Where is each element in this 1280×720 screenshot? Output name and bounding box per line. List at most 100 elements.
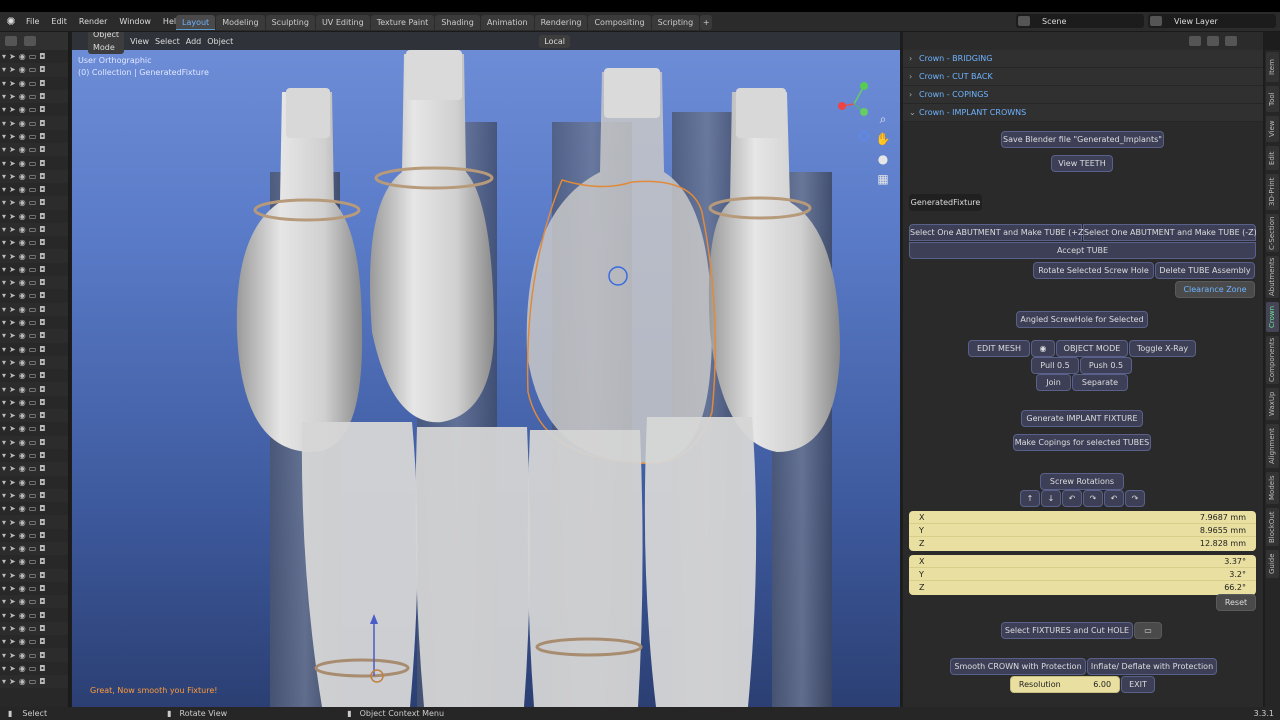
arrow-icon[interactable]: ➤ [9, 90, 16, 103]
tab-texture-paint[interactable]: Texture Paint [370, 15, 435, 30]
eye-icon[interactable]: ◉ [19, 50, 26, 63]
camera-icon[interactable]: ◘ [39, 50, 45, 63]
outliner-row[interactable]: ▾ ➤ ◉ ▭ ◘ [0, 476, 68, 489]
arrow-icon[interactable]: ➤ [9, 250, 16, 263]
camera-icon[interactable]: ◘ [39, 409, 45, 422]
outliner-row[interactable]: ▾ ➤ ◉ ▭ ◘ [0, 529, 68, 542]
rotate-right-icon[interactable]: ↷ [1083, 490, 1103, 507]
monitor-icon[interactable]: ▭ [29, 649, 37, 662]
arrow-icon[interactable]: ➤ [9, 476, 16, 489]
monitor-icon[interactable]: ▭ [29, 117, 37, 130]
camera-icon[interactable]: ◘ [39, 449, 45, 462]
outliner-row[interactable]: ▾ ➤ ◉ ▭ ◘ [0, 289, 68, 302]
camera-icon[interactable]: ◘ [39, 383, 45, 396]
expand-icon[interactable]: ▾ [2, 63, 6, 76]
outliner-row[interactable]: ▾ ➤ ◉ ▭ ◘ [0, 103, 68, 116]
arrow-icon[interactable]: ➤ [9, 117, 16, 130]
arrow-icon[interactable]: ➤ [9, 582, 16, 595]
expand-icon[interactable]: ▾ [2, 449, 6, 462]
expand-icon[interactable]: ▾ [2, 50, 6, 63]
arrow-icon[interactable]: ➤ [9, 303, 16, 316]
expand-icon[interactable]: ▾ [2, 529, 6, 542]
outliner-row[interactable]: ▾ ➤ ◉ ▭ ◘ [0, 662, 68, 675]
arrow-down-icon[interactable]: ↓ [1041, 490, 1061, 507]
outliner-row[interactable]: ▾ ➤ ◉ ▭ ◘ [0, 343, 68, 356]
arrow-icon[interactable]: ➤ [9, 369, 16, 382]
location-x[interactable]: X 7.9687 mm [909, 511, 1256, 524]
outliner-row[interactable]: ▾ ➤ ◉ ▭ ◘ [0, 382, 68, 396]
monitor-icon[interactable]: ▭ [29, 609, 37, 622]
editor-type-icon[interactable] [5, 36, 17, 46]
outliner-row[interactable]: ▾ ➤ ◉ ▭ ◘ [0, 276, 68, 290]
side-tab-item[interactable]: Item [1266, 52, 1279, 82]
view-teeth-button[interactable]: View TEETH [1051, 155, 1113, 172]
monitor-icon[interactable]: ▭ [29, 555, 37, 568]
camera-icon[interactable]: ◘ [39, 289, 45, 302]
outliner-row[interactable]: ▾ ➤ ◉ ▭ ◘ [0, 595, 68, 609]
monitor-icon[interactable]: ▭ [29, 50, 37, 63]
monitor-icon[interactable]: ▭ [29, 289, 37, 302]
monitor-icon[interactable]: ▭ [29, 476, 37, 489]
3d-viewport[interactable]: Object Mode View Select Add Object Local… [72, 32, 900, 707]
expand-icon[interactable]: ▾ [2, 383, 6, 396]
arrow-icon[interactable]: ➤ [9, 157, 16, 170]
expand-icon[interactable]: ▾ [2, 436, 6, 449]
camera-icon[interactable]: ◘ [39, 422, 45, 435]
eye-icon[interactable]: ◉ [19, 369, 26, 382]
eye-icon[interactable]: ◉ [19, 117, 26, 130]
arrow-icon[interactable]: ➤ [9, 529, 16, 542]
expand-icon[interactable]: ▾ [2, 90, 6, 103]
outliner-row[interactable]: ▾ ➤ ◉ ▭ ◘ [0, 568, 68, 582]
monitor-icon[interactable]: ▭ [29, 542, 37, 555]
outliner-row[interactable]: ▾ ➤ ◉ ▭ ◘ [0, 355, 68, 370]
side-tab-edit[interactable]: Edit [1266, 146, 1279, 170]
generate-fixture-button[interactable]: Generate IMPLANT FIXTURE [1021, 410, 1143, 427]
outliner-row[interactable]: ▾ ➤ ◉ ▭ ◘ [0, 488, 68, 503]
monitor-icon[interactable]: ▭ [29, 303, 37, 316]
grid-icon[interactable]: ▦ [874, 170, 892, 188]
expand-icon[interactable]: ▾ [2, 356, 6, 369]
expand-icon[interactable]: ▾ [2, 210, 6, 223]
arrow-icon[interactable]: ➤ [9, 343, 16, 356]
monitor-icon[interactable]: ▭ [29, 582, 37, 595]
arrow-icon[interactable]: ➤ [9, 569, 16, 582]
monitor-icon[interactable]: ▭ [29, 422, 37, 435]
camera-icon[interactable]: ◘ [39, 595, 45, 608]
angled-screwhole-button[interactable]: Angled ScrewHole for Selected [1016, 311, 1148, 328]
tab-scripting[interactable]: Scripting [651, 15, 700, 30]
expand-icon[interactable]: ▾ [2, 223, 6, 236]
location-y[interactable]: Y 8.9655 mm [909, 524, 1256, 537]
header-icon[interactable] [1207, 36, 1219, 46]
side-tab-crown[interactable]: Crown [1266, 302, 1279, 332]
camera-icon[interactable]: ◘ [39, 569, 45, 582]
outliner-row[interactable]: ▾ ➤ ◉ ▭ ◘ [0, 621, 68, 636]
outliner-row[interactable]: ▾ ➤ ◉ ▭ ◘ [0, 263, 68, 276]
eye-icon[interactable]: ◉ [19, 383, 26, 396]
outliner-row[interactable]: ▾ ➤ ◉ ▭ ◘ [0, 582, 68, 595]
expand-icon[interactable]: ▾ [2, 489, 6, 502]
monitor-icon[interactable]: ▭ [29, 675, 37, 688]
eye-icon[interactable]: ◉ [19, 250, 26, 263]
make-tube-plus-z-button[interactable]: Select One ABUTMENT and Make TUBE (+Z) [909, 224, 1087, 241]
camera-icon[interactable]: ◘ [39, 555, 45, 568]
arrow-icon[interactable]: ➤ [9, 502, 16, 515]
monitor-icon[interactable]: ▭ [29, 622, 37, 635]
monitor-icon[interactable]: ▭ [29, 250, 37, 263]
section-implant-crowns[interactable]: ⌄ Crown - IMPLANT CROWNS [903, 104, 1263, 122]
make-tube-minus-z-button[interactable]: Select One ABUTMENT and Make TUBE (-Z) [1083, 224, 1257, 241]
arrow-icon[interactable]: ➤ [9, 316, 16, 329]
tab-uv-editing[interactable]: UV Editing [315, 15, 370, 30]
menu-file[interactable]: File [20, 12, 45, 32]
expand-icon[interactable]: ▾ [2, 569, 6, 582]
monitor-icon[interactable]: ▭ [29, 103, 37, 116]
arrow-icon[interactable]: ➤ [9, 276, 16, 289]
camera-icon[interactable]: ◘ [39, 489, 45, 502]
monitor-icon[interactable]: ▭ [29, 130, 37, 143]
arrow-icon[interactable]: ➤ [9, 595, 16, 608]
side-tab-view[interactable]: View [1266, 116, 1279, 142]
monitor-icon[interactable]: ▭ [29, 436, 37, 449]
outliner-row[interactable]: ▾ ➤ ◉ ▭ ◘ [0, 435, 68, 449]
eye-icon[interactable]: ◉ [19, 649, 26, 662]
arrow-icon[interactable]: ➤ [9, 675, 16, 688]
screw-rotations-button[interactable]: Screw Rotations [1040, 473, 1124, 490]
